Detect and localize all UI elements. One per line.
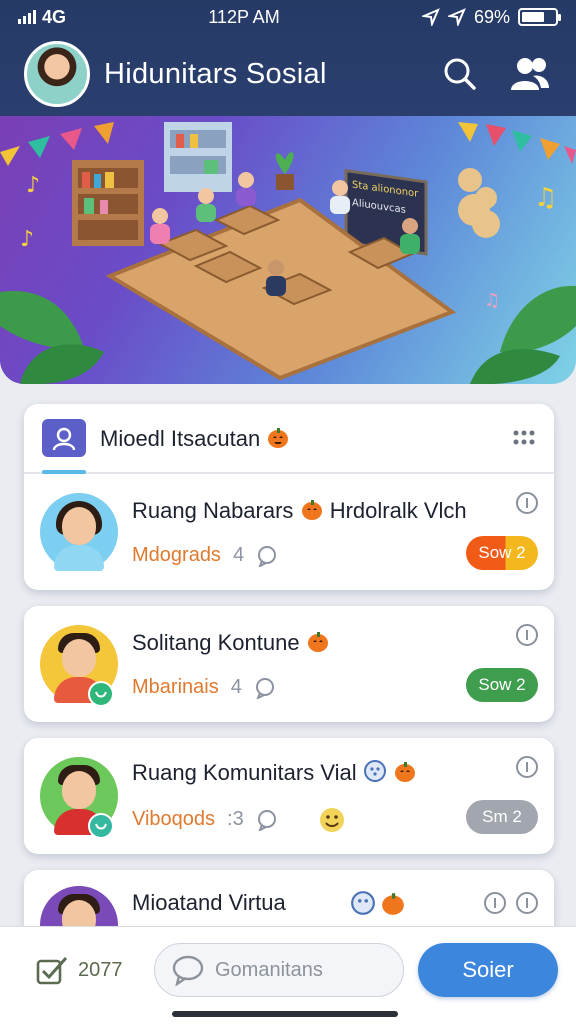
plant: [275, 152, 294, 190]
community-button[interactable]: [508, 52, 552, 96]
task-count: 2077: [78, 958, 123, 981]
teddy-bears: [458, 168, 500, 238]
profile-avatar[interactable]: [24, 41, 90, 107]
comment-input[interactable]: Gomanitans: [154, 943, 404, 997]
join-pill[interactable]: Sow 2: [466, 668, 538, 702]
section-header: Mioedl Itsacutan: [24, 404, 554, 474]
online-badge: [88, 681, 114, 707]
home-indicator[interactable]: [172, 1011, 398, 1017]
room-avatar: [40, 625, 118, 707]
app-bar: Hidunitars Sosial: [0, 36, 576, 112]
join-pill[interactable]: Sow 2: [466, 536, 538, 570]
signal-icon: [18, 10, 36, 24]
chat-bubble-icon: [257, 809, 276, 831]
location-icon: [421, 8, 440, 26]
status-bar: 4G 112P AM 69%: [0, 0, 576, 34]
bottom-bar: 2077 Gomanitans Soier: [0, 926, 576, 1024]
room-avatar: [40, 757, 118, 839]
search-icon: [444, 58, 476, 90]
room-tag: Viboqods: [132, 808, 216, 830]
globe-icon: [363, 759, 386, 782]
pumpkin-icon: [301, 500, 322, 520]
room-tag: Mbarinais: [132, 676, 219, 698]
network-label: 4G: [42, 6, 67, 27]
pumpkin-icon: [307, 632, 328, 652]
chat-bubble-icon: [258, 545, 277, 567]
nav-arrow-icon: [447, 8, 466, 26]
section-card: Mioedl Itsacutan Ruang Nabarars Hrdolral…: [24, 404, 554, 590]
section-title: Mioedl Itsacutan: [100, 425, 512, 452]
chat-bubble-icon: [172, 955, 204, 986]
check-icon: [36, 956, 68, 985]
chat-bubble-icon: [255, 677, 274, 699]
join-pill[interactable]: Sm 2: [466, 800, 538, 834]
user-icon: [42, 419, 86, 457]
input-placeholder: Gomanitans: [215, 958, 323, 981]
room-name: Solitang Kontune: [132, 629, 538, 656]
smiley-icon: [319, 807, 344, 832]
pumpkin-icon: [268, 427, 289, 448]
app-title: Hidunitars Sosial: [104, 57, 327, 90]
room-name: Ruang Komunitars Vial: [132, 759, 538, 786]
grid-dots-icon[interactable]: [512, 429, 536, 447]
info-icon[interactable]: [516, 892, 538, 914]
send-button[interactable]: Soier: [418, 943, 558, 997]
svg-text:♪: ♪: [26, 173, 40, 198]
room-name: Ruang Nabarars Hrdolralk Vlch: [132, 498, 467, 523]
task-counter[interactable]: 2077: [36, 955, 123, 985]
battery-percent: 69%: [473, 6, 510, 27]
member-count: :3: [227, 808, 244, 830]
svg-text:♪: ♪: [20, 227, 34, 252]
room-card[interactable]: Ruang Komunitars Vial Viboqods :3 Sm 2: [24, 738, 554, 854]
room-avatar: [40, 493, 118, 571]
member-count: 4: [230, 676, 242, 698]
pumpkin-icon: [394, 761, 415, 782]
room-item[interactable]: Ruang Nabarars Hrdolralk Vlch Mdograds 4…: [24, 474, 554, 590]
hero-banner: Sta aliononor Aliuouvcas ♪ ♪ ♫ ♫: [0, 116, 576, 384]
room-tag: Mdograds: [132, 544, 221, 566]
room-card[interactable]: Solitang Kontune Mbarinais 4 Sow 2: [24, 606, 554, 722]
info-icon[interactable]: [516, 756, 538, 778]
online-badge: [88, 813, 114, 839]
app-header: 4G 112P AM 69% Hidunitars Sosial: [0, 0, 576, 116]
info-icon[interactable]: [516, 492, 538, 514]
search-button[interactable]: [438, 52, 482, 96]
info-icon[interactable]: [516, 624, 538, 646]
section-title-text: Mioedl Itsacutan: [100, 425, 261, 451]
people-icon: [511, 58, 549, 90]
svg-text:♫: ♫: [484, 290, 500, 311]
battery-icon: [518, 8, 561, 26]
svg-text:♫: ♫: [534, 183, 557, 213]
globe-icon: [351, 891, 375, 915]
info-icon[interactable]: [484, 892, 506, 914]
member-count: 4: [232, 544, 245, 566]
clock: 112P AM: [208, 6, 280, 27]
room-name: Mioatand Virtua: [132, 890, 286, 915]
pumpkin-icon: [382, 893, 404, 915]
classroom-illustration: Sta aliononor Aliuouvcas ♪ ♪ ♫ ♫: [0, 122, 576, 384]
